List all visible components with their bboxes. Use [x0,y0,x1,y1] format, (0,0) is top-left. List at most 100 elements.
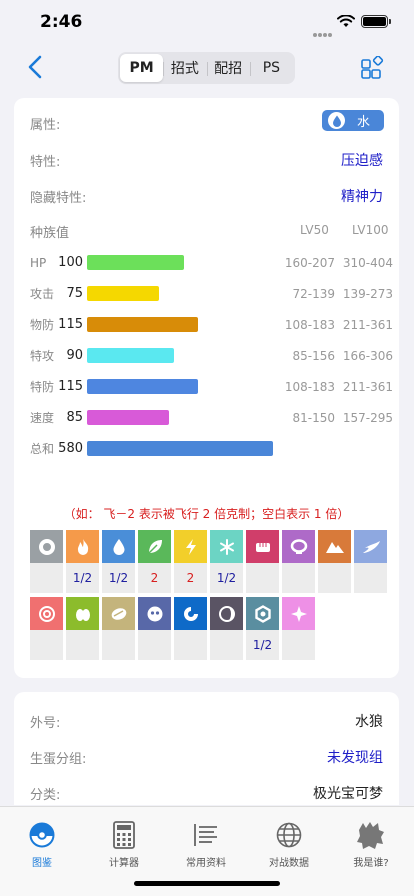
type-cell-fairy[interactable] [282,597,315,660]
psychic-type-icon [30,597,63,630]
ability-value[interactable]: 压迫感 [341,150,383,170]
type-multiplier [282,630,315,660]
segment-sets[interactable]: 配招 [206,54,250,82]
tab-calculator[interactable]: 计算器 [89,819,159,869]
water-drop-icon [328,112,345,129]
type-badge[interactable]: 水 [322,110,384,131]
hidden-ability-value[interactable]: 精神力 [341,186,383,206]
poison-type-icon [282,530,315,563]
stat-bar [87,255,184,270]
nickname-label: 外号: [30,716,61,731]
fighting-type-icon [246,530,279,563]
wifi-icon [337,15,355,27]
stat-name: 速度 [30,411,55,425]
dark-type-icon [210,597,243,630]
type-multiplier: 1/2 [102,563,135,593]
tab-label: 对战数据 [269,858,309,869]
signal-icon [313,22,333,37]
stat-row: 总和 580 [14,441,399,457]
stat-lv50-range: 72-139 [292,287,335,301]
globe-icon [273,819,305,851]
stat-value: 85 [66,410,83,425]
steel-type-icon [246,597,279,630]
type-cell-grass[interactable]: 2 [138,530,171,593]
tab-pokedex[interactable]: 图鉴 [7,819,77,869]
normal-type-icon [30,530,63,563]
list-icon [190,819,222,851]
stat-lv50-range: 108-183 [284,318,335,332]
type-cell-fire[interactable]: 1/2 [66,530,99,593]
fire-type-icon [66,530,99,563]
calculator-icon [108,819,140,851]
stat-value: 90 [66,348,83,363]
stat-name: 特防 [30,380,55,394]
type-multiplier [354,563,387,593]
type-cell-ghost[interactable] [138,597,171,660]
type-multiplier [246,563,279,593]
stat-name: HP [30,256,47,270]
type-multiplier: 1/2 [210,563,243,593]
stat-lv100-range: 157-295 [342,411,393,425]
back-button[interactable] [22,52,52,82]
type-multiplier [210,630,243,660]
stat-value: 580 [58,441,83,456]
type-multiplier: 1/2 [66,563,99,593]
tab-who-am-i[interactable]: 我是谁? [336,819,406,869]
tab-label: 常用资料 [186,858,226,869]
ability-label: 特性: [30,155,61,170]
stat-row: HP 100 160-207 310-404 [14,255,399,271]
ground-type-icon [318,530,351,563]
effectiveness-row-1: 1/2 1/2 2 2 1/2 [30,530,387,593]
stat-row: 物防 115 108-183 211-361 [14,317,399,333]
tab-label: 图鉴 [32,858,52,869]
stat-bar [87,410,169,425]
type-cell-bug[interactable] [66,597,99,660]
stat-bar [87,286,159,301]
type-cell-dark[interactable] [210,597,243,660]
stat-bar [87,348,174,363]
segment-ps[interactable]: PS [249,54,293,82]
stat-lv100-range: 211-361 [342,380,393,394]
ghost-type-icon [138,597,171,630]
stat-row: 特攻 90 85-156 166-306 [14,348,399,364]
type-cell-electric[interactable]: 2 [174,530,207,593]
nav-bar: PM 招式 配招 PS [0,46,414,90]
type-cell-water[interactable]: 1/2 [102,530,135,593]
type-cell-poison[interactable] [282,530,315,593]
type-cell-fighting[interactable] [246,530,279,593]
grid-icon[interactable] [360,56,384,80]
status-time: 2:46 [40,12,83,32]
stat-name: 总和 [30,442,55,456]
type-multiplier [282,563,315,593]
lv50-header: LV50 [300,223,329,237]
tab-battle-data[interactable]: 对战数据 [254,819,324,869]
type-multiplier: 1/2 [246,630,279,660]
segment-moves[interactable]: 招式 [163,54,206,82]
type-cell-normal[interactable] [30,530,63,593]
stat-lv50-range: 85-156 [292,349,335,363]
lv100-header: LV100 [352,223,389,237]
type-multiplier [30,630,63,660]
type-multiplier [66,630,99,660]
type-cell-rock[interactable] [102,597,135,660]
type-cell-dragon[interactable] [174,597,207,660]
pokeball-icon [26,819,58,851]
battery-icon [361,15,391,28]
stat-name: 特攻 [30,349,55,363]
type-cell-psychic[interactable] [30,597,63,660]
tab-label: 我是谁? [353,858,389,869]
type-cell-ice[interactable]: 1/2 [210,530,243,593]
type-cell-ground[interactable] [318,530,351,593]
type-cell-flying[interactable] [354,530,387,593]
stat-lv100-range: 166-306 [342,349,393,363]
home-indicator [134,881,280,886]
flying-type-icon [354,530,387,563]
segment-pm[interactable]: PM [120,54,164,82]
stat-row: 攻击 75 72-139 139-273 [14,286,399,302]
grass-type-icon [138,530,171,563]
type-cell-steel[interactable]: 1/2 [246,597,279,660]
tab-common-data[interactable]: 常用资料 [171,819,241,869]
stat-row: 速度 85 81-150 157-295 [14,410,399,426]
egg-group-value[interactable]: 未发现组 [327,747,383,767]
stat-lv100-range: 310-404 [342,256,393,270]
